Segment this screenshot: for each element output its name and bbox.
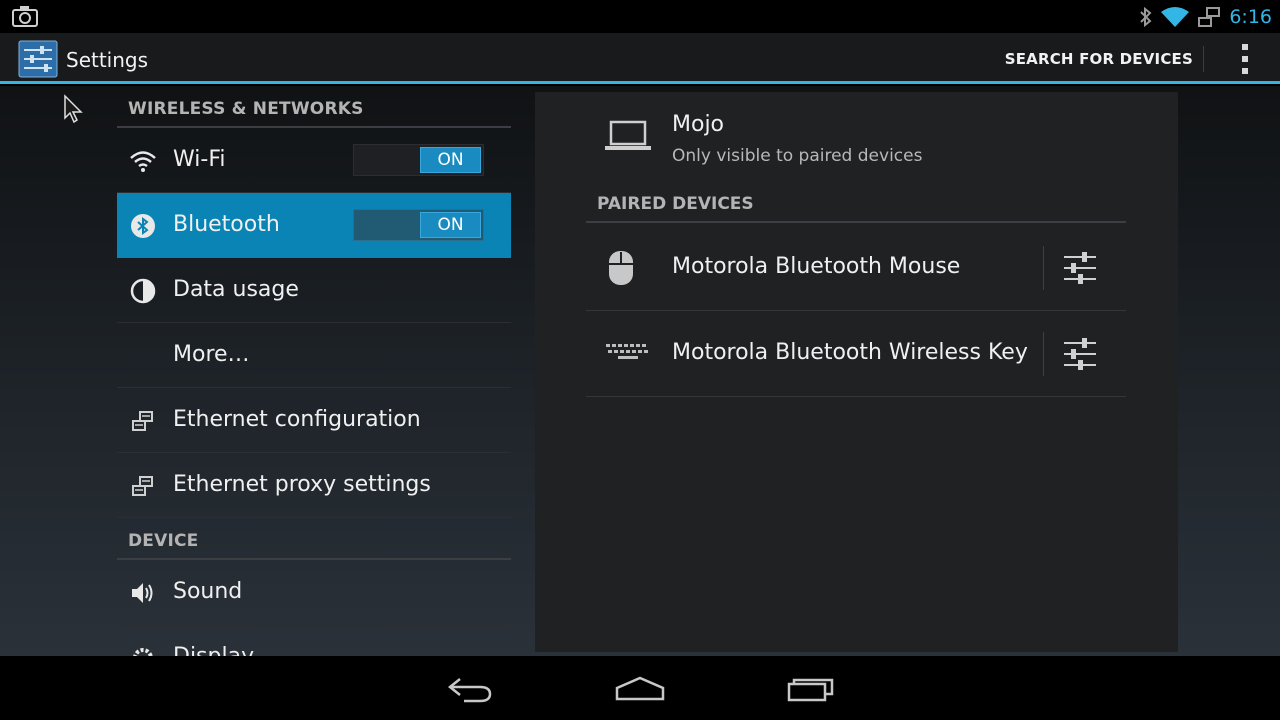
- this-device-visibility: Only visible to paired devices: [672, 146, 923, 166]
- row-divider: [1043, 246, 1044, 290]
- wifi-toggle[interactable]: ON: [353, 144, 484, 176]
- section-header-device: DEVICE: [117, 518, 511, 560]
- this-device-name[interactable]: Mojo: [672, 112, 724, 137]
- bluetooth-detail-pane: Mojo Only visible to paired devices PAIR…: [535, 92, 1178, 652]
- wifi-icon: [1161, 7, 1190, 27]
- settings-list: WIRELESS & NETWORKS Wi-Fi ON Bluetooth O…: [117, 86, 511, 656]
- home-icon[interactable]: [610, 670, 670, 706]
- settings-item-label: Display: [173, 644, 254, 656]
- settings-item-display[interactable]: Display: [117, 625, 511, 656]
- keyboard-icon: [606, 344, 648, 359]
- settings-content: WIRELESS & NETWORKS Wi-Fi ON Bluetooth O…: [0, 86, 1280, 656]
- settings-item-label: Bluetooth: [173, 212, 280, 237]
- navigation-bar: [0, 656, 1280, 720]
- action-bar: Settings SEARCH FOR DEVICES: [0, 33, 1280, 84]
- paired-device-name: Motorola Bluetooth Mouse: [672, 254, 961, 279]
- settings-app-icon[interactable]: [18, 40, 58, 78]
- settings-item-wifi[interactable]: Wi-Fi ON: [117, 128, 511, 193]
- wifi-icon: [130, 151, 156, 172]
- settings-item-label: Data usage: [173, 277, 299, 302]
- settings-item-more[interactable]: More…: [117, 323, 511, 388]
- settings-item-ethernet-config[interactable]: Ethernet configuration: [117, 388, 511, 453]
- settings-item-label: More…: [173, 342, 250, 367]
- data-usage-icon: [130, 278, 156, 304]
- settings-item-bluetooth[interactable]: Bluetooth ON: [117, 193, 511, 258]
- section-header-paired-devices: PAIRED DEVICES: [586, 183, 1126, 223]
- overflow-menu-icon[interactable]: [1240, 44, 1250, 74]
- bluetooth-toggle[interactable]: ON: [353, 209, 484, 241]
- recents-icon[interactable]: [782, 670, 842, 706]
- back-icon[interactable]: [440, 670, 500, 706]
- bluetooth-icon: [1140, 6, 1152, 28]
- toggle-state: ON: [420, 147, 481, 173]
- settings-item-label: Ethernet configuration: [173, 407, 421, 432]
- paired-device-row[interactable]: Motorola Bluetooth Mouse: [586, 225, 1126, 311]
- search-for-devices-button[interactable]: SEARCH FOR DEVICES: [1005, 50, 1193, 68]
- mouse-pointer-icon: [64, 94, 83, 124]
- laptop-icon: [605, 120, 651, 150]
- status-bar: 6:16: [0, 0, 1280, 33]
- page-title: Settings: [66, 48, 149, 72]
- toggle-state: ON: [420, 212, 481, 238]
- ethernet-icon: [132, 476, 153, 496]
- gear-icon: [133, 648, 153, 656]
- ethernet-icon: [132, 411, 153, 431]
- paired-device-row[interactable]: Motorola Bluetooth Wireless Keyboard: [586, 311, 1126, 397]
- paired-device-name: Motorola Bluetooth Wireless Keyboard: [672, 340, 1028, 365]
- bluetooth-icon: [131, 214, 155, 238]
- section-header-wireless: WIRELESS & NETWORKS: [117, 86, 511, 128]
- status-time: 6:16: [1229, 6, 1272, 28]
- settings-item-data-usage[interactable]: Data usage: [117, 258, 511, 323]
- device-settings-icon[interactable]: [1062, 251, 1098, 285]
- action-divider: [1203, 46, 1204, 72]
- settings-item-sound[interactable]: Sound: [117, 560, 511, 625]
- camera-icon: [12, 6, 38, 27]
- settings-item-label: Sound: [173, 579, 243, 604]
- settings-item-label: Ethernet proxy settings: [173, 472, 431, 497]
- settings-item-ethernet-proxy[interactable]: Ethernet proxy settings: [117, 453, 511, 518]
- speaker-icon: [132, 583, 153, 603]
- device-settings-icon[interactable]: [1062, 337, 1098, 371]
- ethernet-icon: [1198, 7, 1221, 27]
- mouse-icon: [609, 251, 633, 285]
- row-divider: [1043, 332, 1044, 376]
- settings-item-label: Wi-Fi: [173, 147, 226, 172]
